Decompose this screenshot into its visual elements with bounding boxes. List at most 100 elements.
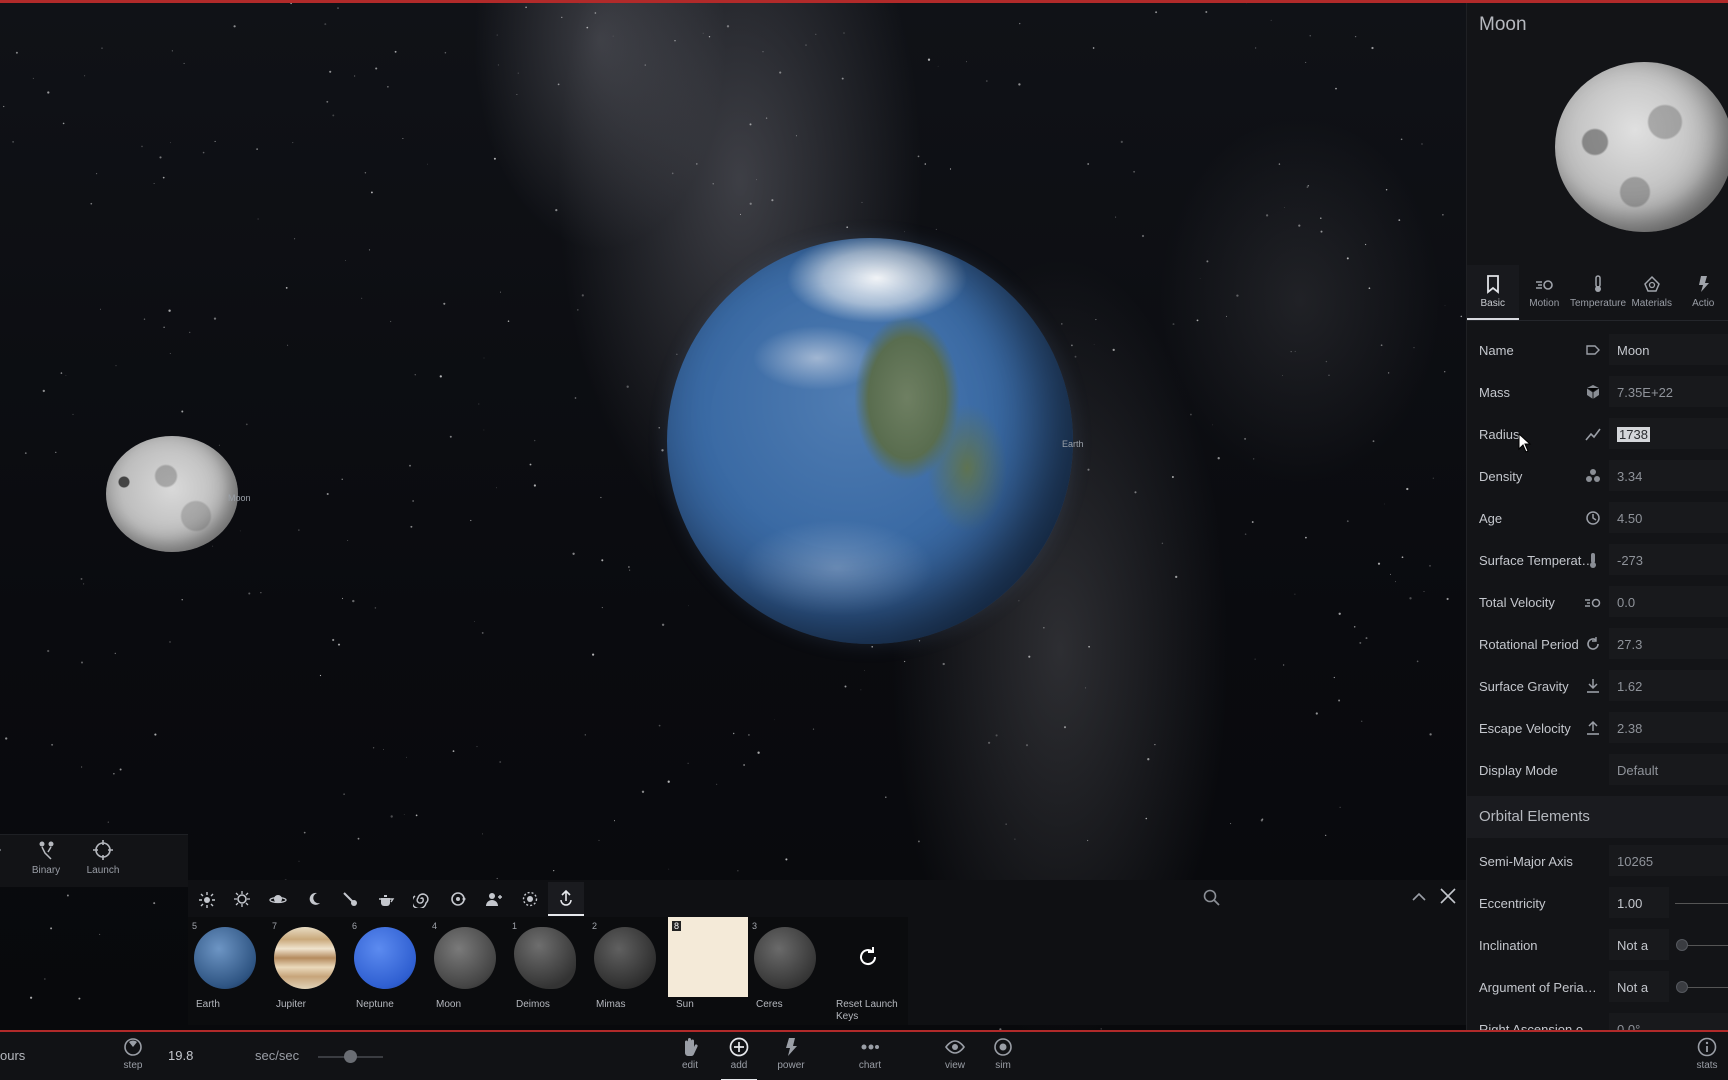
category-star[interactable] (224, 882, 260, 916)
moon-body[interactable] (106, 436, 238, 552)
star (1315, 712, 1318, 715)
star (626, 385, 629, 388)
category-planet[interactable] (260, 882, 296, 916)
category-misc[interactable] (368, 882, 404, 916)
age-input[interactable]: 4.50 (1609, 502, 1728, 533)
tray-item-mimas[interactable]: 2 Mimas (588, 917, 668, 1025)
sim-button[interactable]: sim (988, 1036, 1018, 1071)
search-icon[interactable] (1202, 888, 1222, 908)
inclination-slider-knob[interactable] (1676, 939, 1688, 951)
view-button[interactable]: view (940, 1036, 970, 1071)
category-launch[interactable] (548, 882, 584, 916)
property-tabs: Basic Motion Temperature Materials Actio (1467, 265, 1728, 321)
surface-gravity-input[interactable]: 1.62 (1609, 670, 1728, 701)
tab-materials[interactable]: Materials (1626, 265, 1678, 320)
star (1196, 319, 1199, 322)
inclination-input[interactable]: Not a (1609, 929, 1669, 960)
category-settings[interactable] (512, 882, 548, 916)
star (99, 933, 101, 935)
eccentricity-slider[interactable] (1675, 903, 1728, 904)
edit-button[interactable]: edit (674, 1036, 706, 1071)
close-icon[interactable] (1438, 886, 1458, 906)
launch-tool[interactable]: Launch (83, 839, 123, 876)
chevron-up-icon[interactable] (1410, 888, 1428, 906)
star (72, 413, 74, 415)
mass-input[interactable]: 7.35E+22 (1609, 376, 1728, 407)
surface-temperature-input[interactable]: -273 (1609, 544, 1728, 575)
star (1172, 323, 1175, 326)
star (81, 661, 83, 664)
star-icon (234, 891, 250, 907)
hand-icon (685, 1038, 698, 1057)
tray-item-earth[interactable]: 5 Earth (188, 917, 268, 1025)
total-velocity-input[interactable]: 0.0 (1609, 586, 1728, 617)
object-preview (1555, 62, 1728, 232)
orbital-elements-header[interactable]: Orbital Elements (1467, 796, 1728, 838)
right-ascension-input[interactable]: 0.0° (1609, 1013, 1728, 1030)
star (162, 176, 165, 179)
category-moon[interactable] (296, 882, 332, 916)
reset-launch-keys-button[interactable]: Reset Launch Keys (828, 917, 908, 1025)
star (1265, 214, 1269, 217)
tray-item-deimos[interactable]: 1 Deimos (508, 917, 588, 1025)
stats-button[interactable]: stats (1692, 1036, 1722, 1071)
star (860, 689, 862, 691)
section-title: Orbital Elements (1479, 808, 1590, 825)
star (1346, 520, 1349, 523)
item-name: Deimos (516, 999, 550, 1010)
eccentricity-input[interactable]: 1.00 (1609, 887, 1669, 918)
tray-item-sun[interactable]: 8 Sun (668, 917, 748, 1025)
argument-of-periapsis-input[interactable]: Not a (1609, 971, 1669, 1002)
tray-item-ceres[interactable]: 3 Ceres (748, 917, 828, 1025)
star (749, 123, 752, 126)
category-galaxy[interactable] (404, 882, 440, 916)
speed-slider-knob[interactable] (344, 1050, 357, 1063)
time-unit-label[interactable]: ours (0, 1048, 25, 1063)
category-comet[interactable] (332, 882, 368, 916)
name-input[interactable]: Moon (1609, 334, 1728, 365)
step-label: step (123, 1060, 143, 1071)
category-people[interactable] (476, 882, 512, 916)
sim-speed-value[interactable]: 19.8 (168, 1048, 193, 1063)
star (1359, 641, 1362, 644)
star (213, 317, 217, 320)
category-sunburst[interactable] (188, 882, 224, 916)
tab-actions[interactable]: Actio (1678, 265, 1728, 320)
star (83, 583, 85, 585)
earth-planet[interactable] (667, 238, 1073, 644)
star (688, 605, 690, 607)
partial-tool[interactable] (0, 839, 8, 865)
tray-item-moon[interactable]: 4 Moon (428, 917, 508, 1025)
star (533, 484, 537, 487)
escape-velocity-input[interactable]: 2.38 (1609, 712, 1728, 743)
display-mode-select[interactable]: Default (1609, 754, 1728, 785)
radius-input[interactable]: 1738 (1609, 418, 1728, 449)
add-button[interactable]: add (721, 1036, 757, 1080)
star (169, 353, 171, 354)
tab-basic[interactable]: Basic (1467, 265, 1519, 320)
argument-slider-knob[interactable] (1676, 981, 1688, 993)
tab-temperature[interactable]: Temperature (1570, 265, 1626, 320)
star (60, 372, 63, 374)
thermometer-icon (1584, 551, 1602, 569)
category-orbit[interactable] (440, 882, 476, 916)
power-button[interactable]: power (773, 1036, 809, 1071)
prop-density: Density 3.34 (1467, 455, 1728, 497)
star (55, 451, 57, 453)
binary-tool[interactable]: Binary (28, 839, 64, 876)
semi-major-axis-input[interactable]: 10265 (1609, 845, 1728, 876)
star (1120, 140, 1123, 144)
chart-button[interactable]: chart (854, 1036, 886, 1071)
tray-item-jupiter[interactable]: 7 Jupiter (268, 917, 348, 1025)
density-input[interactable]: 3.34 (1609, 460, 1728, 491)
star (1335, 87, 1337, 90)
rotational-period-input[interactable]: 27.3 (1609, 628, 1728, 659)
step-button[interactable]: step (118, 1036, 148, 1071)
tray-item-neptune[interactable]: 6 Neptune (348, 917, 428, 1025)
space-viewport[interactable]: Earth Moon (0, 0, 1466, 1030)
inclination-slider[interactable] (1681, 945, 1728, 946)
star (841, 77, 844, 80)
argument-slider[interactable] (1681, 987, 1728, 988)
star (1061, 323, 1063, 325)
tab-motion[interactable]: Motion (1519, 265, 1571, 320)
